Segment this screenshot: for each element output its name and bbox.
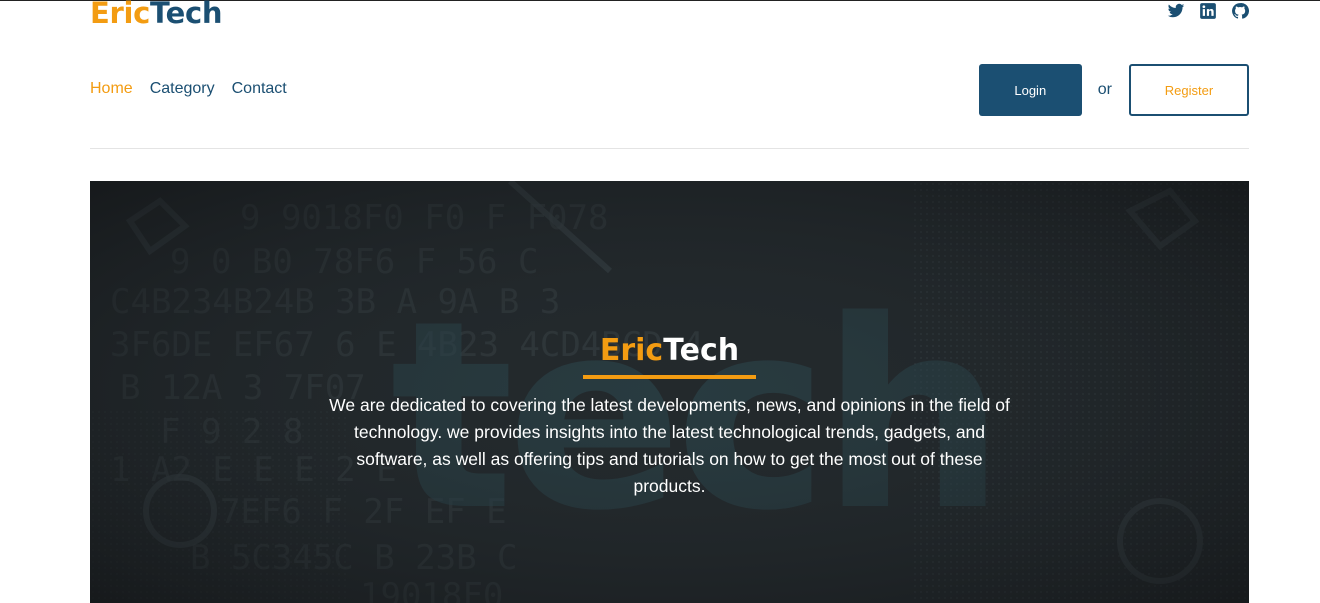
login-button[interactable]: Login xyxy=(978,64,1082,116)
twitter-icon[interactable] xyxy=(1167,2,1185,20)
hero-content: EricTech We are dedicated to covering th… xyxy=(90,331,1249,500)
nav-link-contact[interactable]: Contact xyxy=(232,80,287,98)
hero-title-eric: Eric xyxy=(599,333,664,368)
header-divider xyxy=(90,148,1249,149)
main-nav: Home Category Contact xyxy=(90,80,287,98)
hero-banner: 9 9018F0 F0 F F078 9 0 B0 78F6 F 56 C C4… xyxy=(90,181,1249,603)
linkedin-icon[interactable] xyxy=(1199,2,1217,20)
register-button[interactable]: Register xyxy=(1129,64,1249,116)
nav-link-category[interactable]: Category xyxy=(150,80,215,98)
hero-title-underline xyxy=(583,375,756,379)
social-links xyxy=(1167,2,1249,20)
logo-part-eric: Eric xyxy=(90,0,151,30)
hero-title-tech: Tech xyxy=(663,333,740,368)
nav-link-home[interactable]: Home xyxy=(90,80,133,98)
auth-actions: Login or Register xyxy=(978,64,1249,116)
hero-description: We are dedicated to covering the latest … xyxy=(329,395,1010,496)
logo-part-tech: Tech xyxy=(150,0,223,30)
github-icon[interactable] xyxy=(1231,2,1249,20)
hero-title: EricTech xyxy=(600,331,739,371)
or-separator: or xyxy=(1097,81,1112,98)
site-logo[interactable]: EricTech xyxy=(90,0,223,32)
